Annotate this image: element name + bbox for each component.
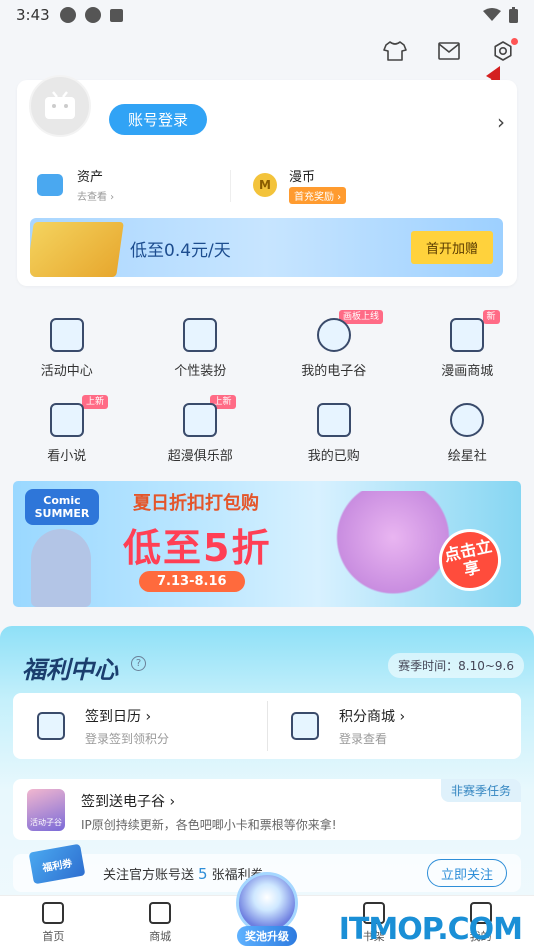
grid-item-activity-center[interactable]: 活动中心 — [0, 308, 134, 393]
checkin-sub: 登录签到领积分 — [85, 731, 170, 746]
grid-item-label: 漫画商城 — [441, 364, 494, 379]
calendar-icon — [37, 712, 65, 740]
login-button[interactable]: 账号登录 — [109, 104, 207, 135]
grid-item-comic-mall[interactable]: 新 漫画商城 — [401, 308, 534, 393]
checkin-task-card[interactable]: 活动子谷 签到送电子谷 › IP原创持续更新，各色吧唧小卡和票根等你来拿! 非赛… — [13, 779, 521, 840]
profile-card: 账号登录 › 资产 去查看 › M 漫币 首充奖励 › 低至0.4元/天 首开加… — [17, 75, 517, 286]
first-charge-badge: 首充奖励 › — [289, 187, 347, 204]
app-notification-icon — [84, 7, 101, 23]
vip-open-button[interactable]: 首开加赠 — [411, 231, 493, 264]
follow-button[interactable]: 立即关注 — [427, 859, 507, 887]
app-notification-icon — [109, 8, 123, 22]
new-tag: 上新 — [82, 395, 109, 409]
grid-item-label: 绘星社 — [447, 449, 487, 464]
chevron-right-icon: › — [141, 708, 152, 725]
task-thumbnail: 活动子谷 — [27, 789, 65, 831]
vip-card-icon — [183, 403, 218, 437]
points-mall-entry[interactable]: 积分商城 › 登录查看 — [267, 693, 521, 759]
new-tag: 新 — [482, 310, 500, 324]
vip-banner[interactable]: 低至0.4元/天 首开加赠 — [30, 218, 503, 277]
vip-books-graphic — [30, 222, 124, 277]
chevron-right-icon[interactable]: › — [497, 110, 505, 134]
shirt-icon — [383, 41, 407, 61]
summer-sale-banner[interactable]: Comic SUMMER 夏日折扣打包购 低至5折 7.13-8.16 点击立享 — [13, 481, 521, 607]
grid-item-label: 超漫俱乐部 — [167, 449, 233, 464]
purchased-icon — [316, 403, 351, 437]
comic-summer-logo: Comic SUMMER — [25, 489, 99, 525]
character-illustration — [333, 491, 453, 607]
points-sub: 登录查看 — [339, 731, 388, 746]
status-bar: 3:43 — [0, 0, 534, 30]
nav-prize-pool[interactable]: 奖池升级 — [214, 872, 321, 950]
wallet-icon — [37, 173, 63, 196]
banner-dates: 7.13-8.16 — [139, 571, 245, 592]
nav-home[interactable]: 首页 — [0, 896, 107, 950]
battery-icon — [509, 7, 518, 23]
follow-text: 关注官方账号送 5 张福利券 — [103, 865, 264, 883]
avatar[interactable] — [29, 75, 91, 137]
app-notification-icon — [59, 7, 76, 23]
grid-item-star-club[interactable]: 绘星社 — [401, 393, 534, 478]
grid-item-novels[interactable]: 上新 看小说 — [0, 393, 134, 478]
character-illustration — [31, 529, 91, 607]
grid-item-label: 活动中心 — [40, 364, 93, 379]
grid-item-label: 我的已购 — [307, 449, 360, 464]
vip-price-text: 低至0.4元/天 — [130, 241, 231, 261]
welfare-entries: 签到日历 › 登录签到领积分 积分商城 › 登录查看 — [13, 693, 521, 759]
divider — [230, 170, 231, 202]
checkin-title: 签到日历 — [85, 708, 141, 725]
grid-item-dress-up[interactable]: 个性装扮 — [134, 308, 268, 393]
season-time: 赛季时间：8.10~9.6 — [388, 653, 524, 678]
banner-discount: 低至5折 — [123, 526, 272, 570]
assets-label: 资产 — [77, 170, 104, 185]
help-icon[interactable]: ? — [131, 656, 146, 671]
shirt-icon — [183, 318, 218, 352]
grid-item-label: 我的电子谷 — [301, 364, 367, 379]
task-title: 签到送电子谷 — [81, 794, 165, 810]
watermark: ITMOP.COM — [338, 912, 523, 947]
assets-sub: 去查看 — [77, 192, 107, 203]
comet-icon — [450, 403, 485, 437]
nav-label: 商城 — [149, 930, 172, 943]
grid-item-label: 看小说 — [47, 449, 87, 464]
comic-coin-label: 漫币 — [289, 170, 316, 185]
points-title: 积分商城 — [339, 708, 395, 725]
nav-label: 奖池升级 — [236, 926, 297, 946]
task-tag: 非赛季任务 — [440, 779, 521, 802]
mail-icon — [438, 42, 460, 60]
chevron-right-icon: › — [165, 794, 176, 810]
home-icon — [42, 902, 65, 924]
assets-entry[interactable]: 资产 去查看 › — [37, 166, 114, 203]
task-desc: IP原创持续更新，各色吧唧小卡和票根等你来拿! — [81, 818, 337, 832]
tv-mascot-icon — [45, 91, 75, 119]
grid-item-my-goods[interactable]: 画板上线 我的电子谷 — [267, 308, 401, 393]
grid-item-super-club[interactable]: 上新 超漫俱乐部 — [134, 393, 268, 478]
dress-up-button[interactable] — [380, 36, 410, 66]
pearl-shell-icon — [235, 872, 298, 934]
wifi-icon — [483, 8, 501, 21]
chevron-right-icon: › — [395, 708, 406, 725]
book-icon — [49, 403, 84, 437]
flag-icon — [49, 318, 84, 352]
chevron-right-icon: › — [107, 192, 115, 203]
welfare-title: 福利中心 — [22, 656, 118, 684]
coin-icon: M — [253, 173, 277, 197]
banner-headline: 夏日折扣打包购 — [133, 493, 259, 514]
nav-label: 首页 — [42, 930, 65, 943]
ticket-icon: 福利券 — [28, 843, 86, 885]
nav-mall[interactable]: 商城 — [107, 896, 214, 950]
shop-bag-icon — [149, 902, 172, 924]
grid-item-purchased[interactable]: 我的已购 — [267, 393, 401, 478]
notification-dot — [511, 38, 518, 45]
cube-icon — [291, 712, 319, 740]
shop-bag-icon — [450, 318, 485, 352]
badge-icon — [316, 318, 351, 352]
grid-item-label: 个性装扮 — [174, 364, 227, 379]
checkin-calendar-entry[interactable]: 签到日历 › 登录签到领积分 — [13, 693, 267, 759]
status-time: 3:43 — [16, 6, 50, 24]
comic-coin-entry[interactable]: M 漫币 首充奖励 › — [253, 166, 347, 204]
function-grid: 活动中心 个性装扮 画板上线 我的电子谷 新 漫画商城 上新 看小说 上新 超漫… — [0, 308, 534, 478]
